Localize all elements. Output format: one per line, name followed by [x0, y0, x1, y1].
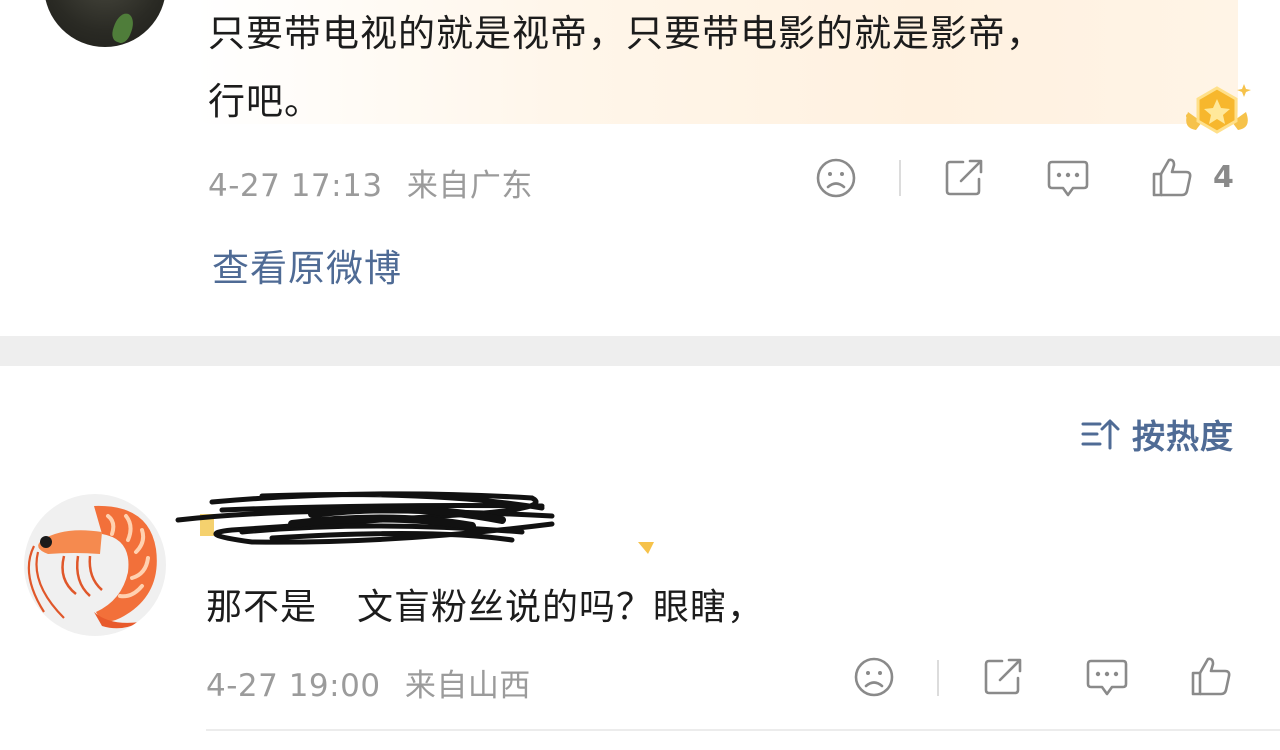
comment-text: 那不是 文盲粉丝说的吗？眼瞎， — [206, 578, 764, 630]
sad-face-icon[interactable] — [853, 656, 895, 698]
comment-text-line: 行吧。 — [208, 80, 322, 123]
share-icon[interactable] — [943, 157, 985, 199]
comment-text-line: 只要带电视的就是视帝，只要带电影的就是影帝， — [208, 12, 1044, 55]
shrimp-avatar-image — [27, 505, 157, 629]
user-avatar[interactable] — [44, 0, 166, 47]
action-divider — [899, 160, 901, 196]
redaction-mask — [317, 594, 358, 624]
sort-label: 按热度 — [1132, 417, 1234, 456]
sort-by-heat-button[interactable]: 按热度 — [1080, 410, 1234, 458]
comment-location: 来自广东 — [406, 168, 533, 204]
comment-time: 4-27 19:00 — [206, 668, 381, 704]
thumbs-up-icon[interactable] — [1189, 654, 1235, 698]
comment-meta: 4-27 19:00 来自山西 — [206, 660, 531, 705]
section-separator — [0, 336, 1280, 366]
crown-badge-icon — [1186, 84, 1251, 134]
sad-face-icon[interactable] — [815, 157, 857, 199]
fan-badge-fragment — [638, 542, 654, 554]
comment-text: 只要带电视的就是视帝，只要带电影的就是影帝， 行吧。 — [208, 0, 1188, 136]
thumbs-up-icon[interactable] — [1150, 155, 1196, 199]
action-divider — [937, 660, 939, 696]
sort-icon — [1081, 419, 1120, 450]
comment-icon[interactable] — [1085, 657, 1129, 699]
comment-meta: 4-27 17:13 来自广东 — [208, 160, 533, 205]
comment-time: 4-27 17:13 — [208, 168, 383, 204]
comment-text-part: 文盲粉丝说的吗？眼瞎， — [357, 587, 765, 628]
redacted-username-scribble — [175, 491, 555, 545]
like-count: 4 — [1213, 160, 1234, 195]
share-icon[interactable] — [982, 656, 1024, 698]
view-original-post-link[interactable]: 查看原微博 — [212, 238, 402, 292]
comment-divider — [206, 729, 1280, 731]
comment-location: 来自山西 — [404, 668, 531, 704]
comment-text-part: 那不是 — [206, 587, 318, 628]
user-avatar[interactable] — [24, 494, 166, 636]
comment-icon[interactable] — [1046, 158, 1090, 200]
